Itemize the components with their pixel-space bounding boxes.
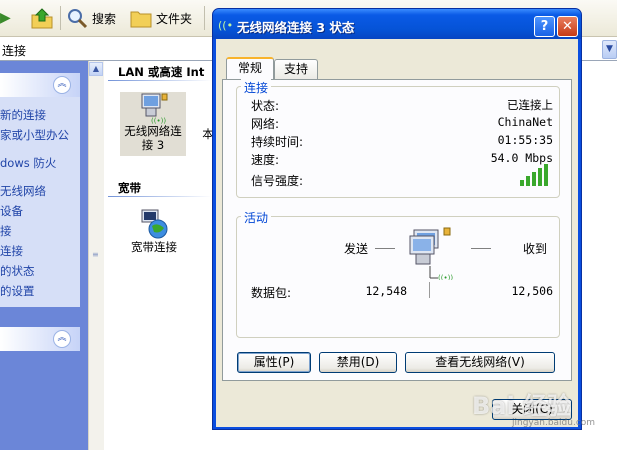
signal-bar — [544, 164, 548, 186]
packets-sent-value: 12,548 — [365, 284, 407, 298]
up-folder-button[interactable] — [30, 5, 54, 31]
signal-strength-label: 信号强度: — [251, 174, 304, 188]
collapse-icon[interactable]: ︽ — [53, 330, 71, 348]
disable-button[interactable]: 禁用(D) — [319, 352, 397, 373]
group-divider — [108, 80, 212, 81]
broadband-globe-icon — [141, 209, 168, 239]
sent-line — [375, 248, 395, 249]
up-folder-icon — [31, 8, 53, 29]
folders-icon — [130, 11, 152, 28]
view-wireless-networks-button[interactable]: 查看无线网络(V) — [405, 352, 555, 373]
address-dropdown-button[interactable]: ▼ — [602, 40, 617, 59]
svg-text:((•)): ((•)) — [438, 274, 453, 280]
received-label: 收到 — [523, 242, 548, 256]
duration-label: 持续时间: — [251, 135, 304, 149]
task-link[interactable]: 的设置 — [0, 283, 35, 299]
status-value: 已连接上 — [507, 98, 553, 112]
search-label: 搜索 — [92, 11, 117, 26]
task-pane: ︽ 新的连接 家或小型办公 dows 防火 无线网络 设备 接 连接 的状态 的… — [0, 61, 88, 450]
signal-bar — [520, 180, 524, 186]
network-label: 网络: — [251, 117, 280, 131]
svg-text:((•)): ((•)) — [151, 117, 166, 124]
scroll-grip-icon: ≡ — [92, 250, 99, 259]
network-value: ChinaNet — [497, 115, 553, 129]
scroll-up-icon[interactable]: ▲ — [89, 62, 103, 76]
lan-group-title: LAN 或高速 Int — [118, 65, 205, 79]
signal-strength-icon — [520, 164, 548, 186]
broadband-group-title: 宽带 — [118, 181, 141, 195]
task-link[interactable]: 新的连接 — [0, 107, 46, 123]
address-text: 连接 — [2, 44, 27, 58]
search-button[interactable]: 搜索 — [66, 5, 116, 31]
signal-bar — [532, 172, 536, 186]
watermark-url: jingyan.baidu.com — [512, 418, 596, 428]
packets-divider — [429, 282, 430, 298]
wireless-connection-item[interactable]: ((•)) 无线网络连接 3 — [120, 92, 186, 156]
network-activity-icon: ((•)) — [409, 227, 453, 280]
activity-groupbox — [236, 216, 560, 338]
sent-label: 发送 — [344, 242, 369, 256]
packets-label: 数据包: — [251, 286, 292, 300]
speed-value: 54.0 Mbps — [490, 151, 553, 165]
task-link[interactable]: 接 — [0, 223, 12, 239]
folders-label: 文件夹 — [156, 11, 193, 26]
packets-received-value: 12,506 — [511, 284, 553, 298]
task-link[interactable]: dows 防火 — [0, 155, 56, 171]
dialog-client-area: 常规 支持 连接 状态: 已连接上 网络: ChinaNet 持续时间: 01:… — [216, 39, 578, 427]
chevron-down-icon: ▼ — [606, 44, 613, 54]
wireless-network-icon: ((•)) — [141, 93, 168, 124]
dialog-title-bar[interactable]: ((•)) 无线网络连接 3 状态 ? ✕ — [213, 9, 581, 39]
tab-general[interactable]: 常规 — [226, 57, 274, 79]
svg-text:((•)): ((•)) — [218, 19, 234, 32]
task-link[interactable]: 连接 — [0, 243, 23, 259]
duration-value: 01:55:35 — [497, 133, 553, 147]
collapse-icon[interactable]: ︽ — [53, 76, 71, 94]
back-button[interactable]: ▶ — [0, 5, 11, 31]
received-line — [471, 248, 491, 249]
group-divider — [108, 196, 212, 197]
properties-button[interactable]: 属性(P) — [237, 352, 311, 373]
broadband-connection-item[interactable]: 宽带连接 — [124, 208, 184, 254]
broadband-connection-label: 宽带连接 — [131, 240, 177, 254]
general-tab-panel: 连接 状态: 已连接上 网络: ChinaNet 持续时间: 01:55:35 … — [222, 79, 572, 381]
wireless-signal-icon: ((•)) — [218, 19, 234, 32]
activity-group-label: 活动 — [241, 209, 272, 226]
signal-bar — [538, 168, 542, 186]
help-button[interactable]: ? — [534, 16, 555, 37]
task-pane-network-tasks: 新的连接 家或小型办公 dows 防火 无线网络 设备 接 连接 的状态 的设置 — [0, 97, 80, 307]
tab-support[interactable]: 支持 — [274, 59, 318, 79]
dialog-title: 无线网络连接 3 状态 — [237, 20, 355, 35]
task-link[interactable]: 家或小型办公 — [0, 127, 69, 143]
connection-group-label: 连接 — [241, 79, 272, 96]
task-link[interactable]: 的状态 — [0, 263, 35, 279]
signal-bar — [526, 176, 530, 186]
wireless-connection-label: 无线网络连接 3 — [124, 124, 182, 152]
status-dialog: ((•)) 无线网络连接 3 状态 ? ✕ 常规 支持 连接 状态: 已连接上 … — [212, 8, 582, 430]
task-link[interactable]: 设备 — [0, 203, 23, 219]
task-link[interactable]: 无线网络 — [0, 183, 46, 199]
folders-button[interactable]: 文件夹 — [130, 5, 192, 31]
status-label: 状态: — [251, 99, 280, 113]
watermark-logo: Bai 经验 — [472, 392, 572, 420]
search-icon — [68, 9, 88, 29]
title-close-button[interactable]: ✕ — [557, 16, 578, 37]
back-arrow-icon: ▶ — [0, 10, 11, 26]
speed-label: 速度: — [251, 153, 280, 167]
